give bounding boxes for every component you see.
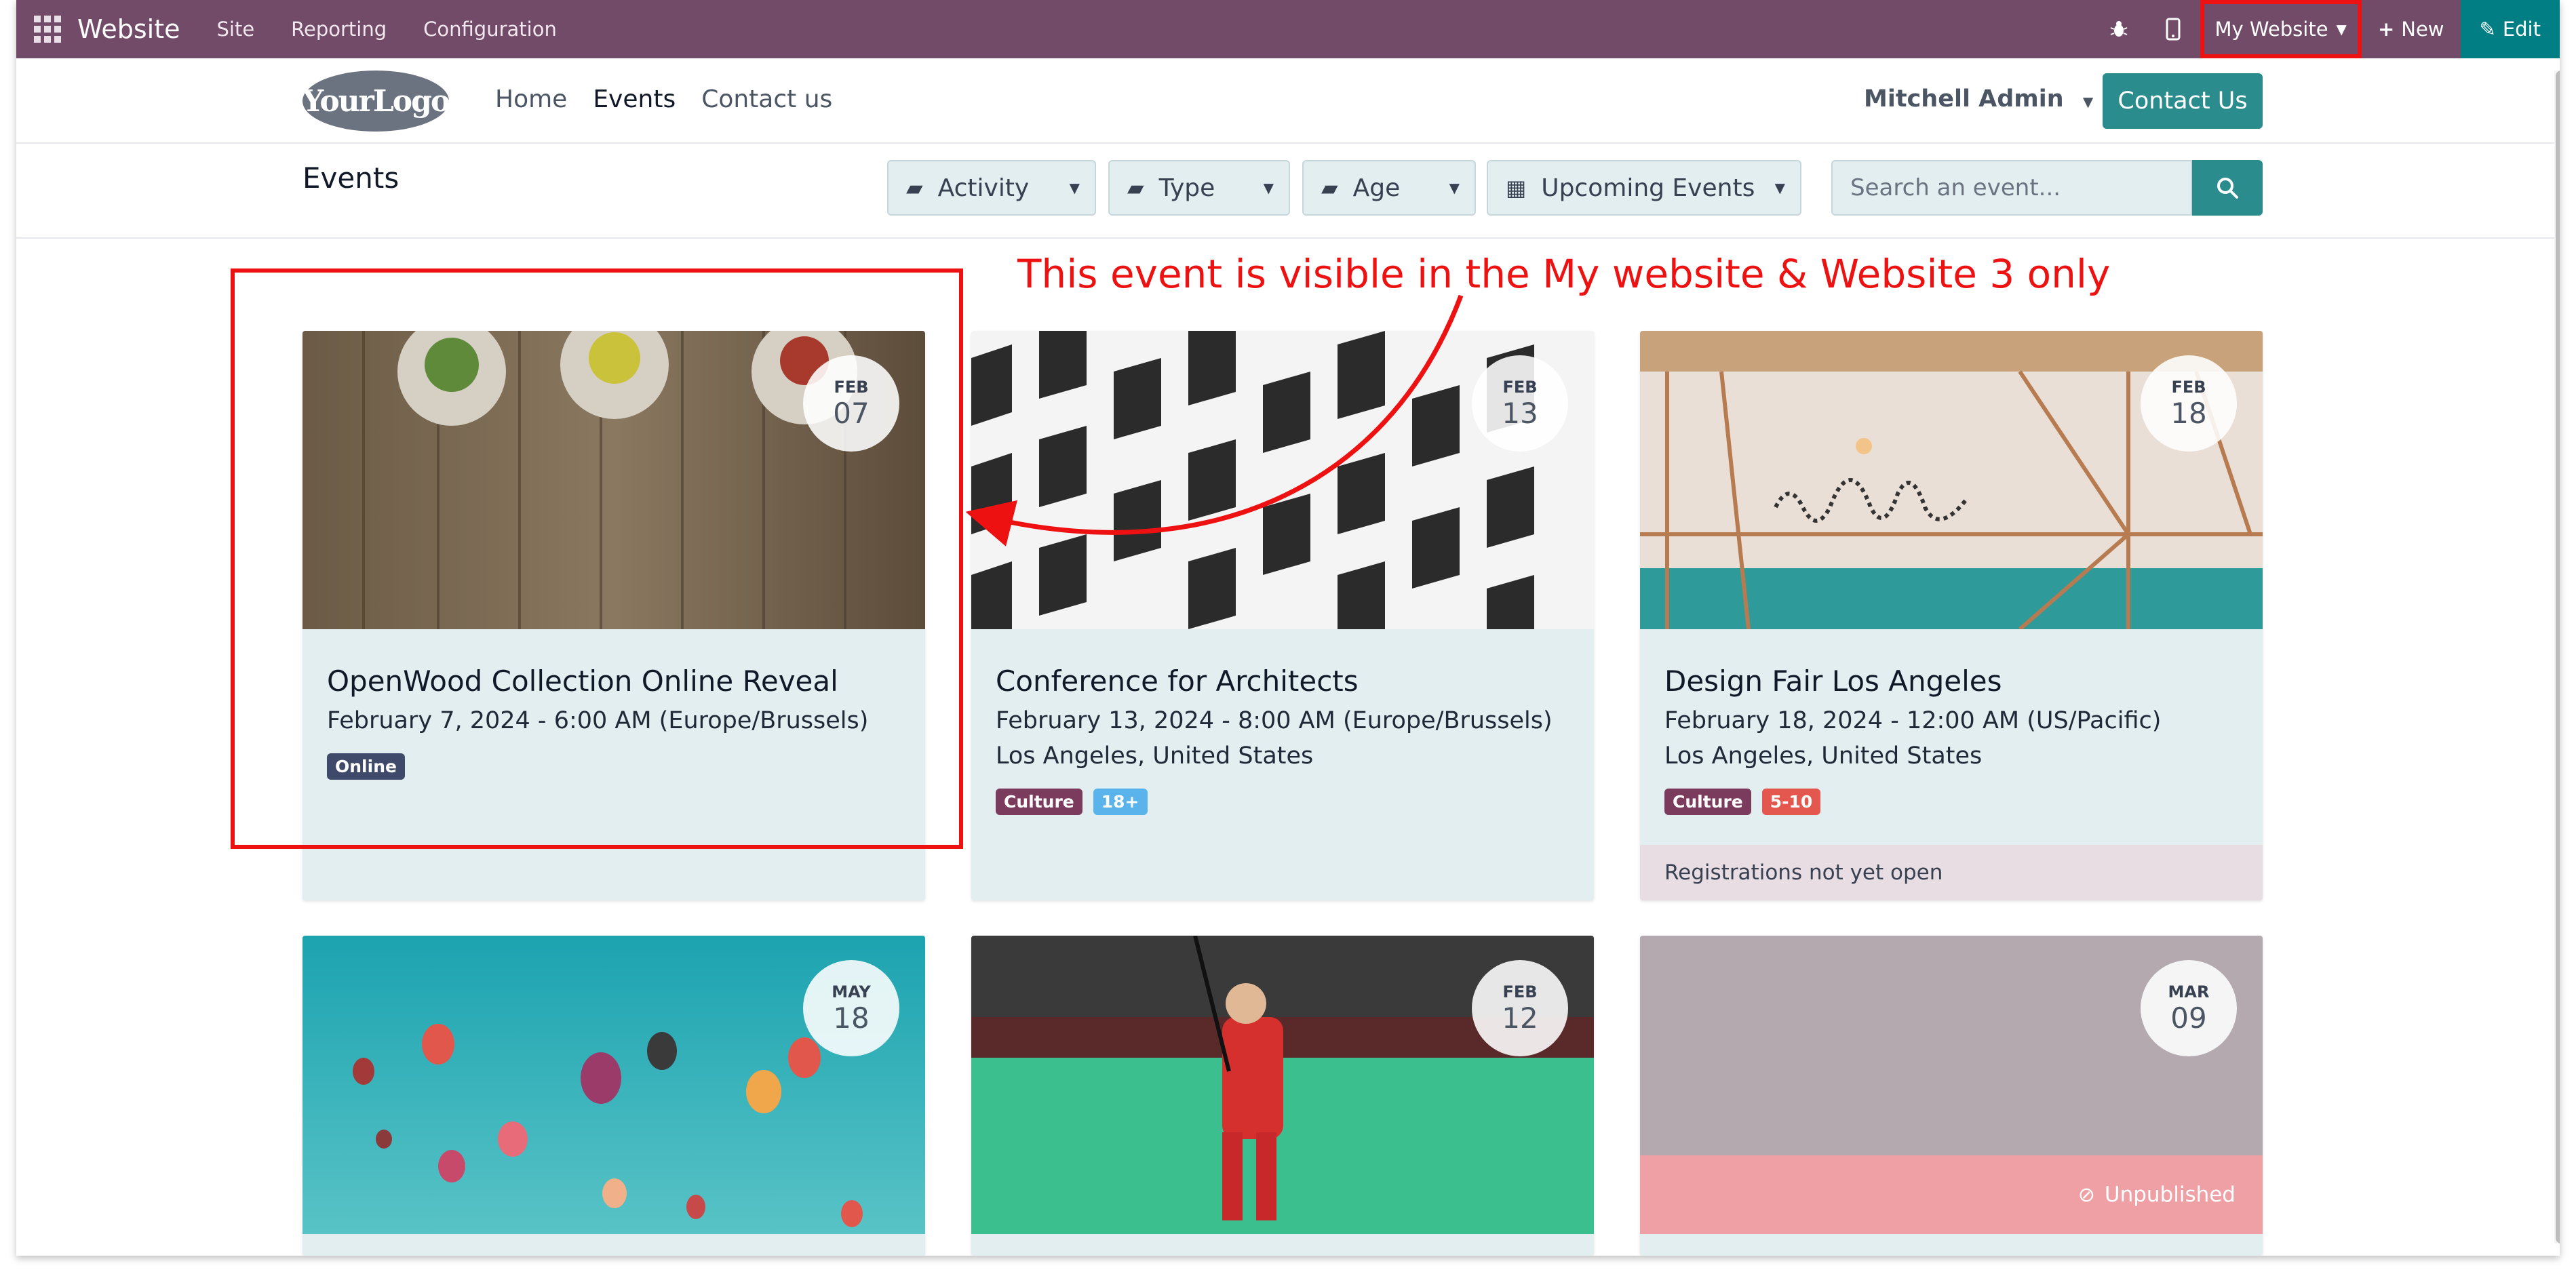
user-name: Mitchell Admin <box>1864 85 2064 113</box>
edit-button-label: Edit <box>2502 18 2541 41</box>
pencil-icon: ✎ <box>2479 18 2496 41</box>
date-badge-day: 18 <box>833 1001 870 1035</box>
unpublished-banner: ⊘ Unpublished <box>1640 1155 2263 1234</box>
event-card[interactable]: FEB 18 Design Fair Los Angeles February … <box>1640 331 2263 900</box>
filter-upcoming-events[interactable]: ▦ Upcoming Events ▼ <box>1487 160 1801 216</box>
filter-activity[interactable]: ▰ Activity ▼ <box>887 160 1096 216</box>
browser-page: Website Site Reporting Configuration My … <box>16 0 2560 1256</box>
date-badge: MAY 18 <box>803 960 899 1056</box>
apps-grid-icon[interactable] <box>34 16 61 43</box>
folder-open-icon: ▰ <box>1127 175 1144 201</box>
nav-events[interactable]: Events <box>593 85 676 113</box>
website-selector[interactable]: My Website ▼ <box>2200 0 2362 58</box>
event-card[interactable]: FEB 12 <box>971 936 1594 1256</box>
date-badge-day: 18 <box>2170 396 2207 430</box>
menu-reporting[interactable]: Reporting <box>291 18 387 41</box>
event-card-body: Conference for Architects February 13, 2… <box>996 664 1572 815</box>
date-badge-month: FEB <box>1502 982 1538 1001</box>
date-badge-day: 12 <box>1502 1001 1538 1035</box>
search-icon <box>2217 178 2238 199</box>
plus-icon: + <box>2377 18 2395 41</box>
vertical-scrollbar[interactable] <box>2554 71 2560 1243</box>
event-card[interactable]: ⊘ Unpublished MAR 09 <box>1640 936 2263 1256</box>
search-button[interactable] <box>2192 160 2263 216</box>
menu-site[interactable]: Site <box>216 18 254 41</box>
scrollbar-thumb[interactable] <box>2556 71 2560 1243</box>
registration-status: Registrations not yet open <box>1640 845 2263 900</box>
chevron-down-icon: ▼ <box>2336 21 2347 37</box>
date-badge-month: MAR <box>2168 982 2210 1001</box>
tag-badge: 5-10 <box>1761 789 1821 815</box>
admin-topbar: Website Site Reporting Configuration My … <box>16 0 2560 58</box>
date-badge: FEB 13 <box>1472 355 1568 452</box>
chevron-down-icon: ▼ <box>1069 180 1080 196</box>
event-location: Los Angeles, United States <box>996 742 1314 770</box>
event-tags: Culture 18+ <box>996 789 1572 815</box>
date-badge-day: 13 <box>1502 396 1538 430</box>
ban-icon: ⊘ <box>2077 1182 2095 1207</box>
mobile-preview-icon[interactable] <box>2146 0 2200 58</box>
date-badge-month: FEB <box>1502 377 1538 397</box>
new-button-label: New <box>2401 18 2444 41</box>
tag-badge: Culture <box>1664 789 1751 815</box>
event-date: February 13, 2024 - 8:00 AM (Europe/Brus… <box>996 707 1553 734</box>
event-title[interactable]: Design Fair Los Angeles <box>1664 664 2241 698</box>
event-search: Search an event... <box>1831 160 2263 216</box>
main-nav: Home Events Contact us <box>495 85 832 113</box>
date-badge-day: 09 <box>2170 1001 2207 1035</box>
event-card[interactable]: FEB 13 Conference for Architects Februar… <box>971 331 1594 900</box>
unpublished-label: Unpublished <box>2104 1182 2236 1207</box>
nav-contact-us[interactable]: Contact us <box>701 85 832 113</box>
filter-label: Upcoming Events <box>1541 174 1755 202</box>
event-location: Los Angeles, United States <box>1664 742 1983 770</box>
date-badge: MAR 09 <box>2141 960 2237 1056</box>
date-badge-month: FEB <box>2171 377 2206 397</box>
calendar-icon: ▦ <box>1506 175 1527 201</box>
date-badge-month: MAY <box>832 982 871 1001</box>
event-card-body: Design Fair Los Angeles February 18, 202… <box>1664 664 2241 815</box>
filter-label: Activity <box>937 174 1030 202</box>
date-badge: FEB 18 <box>2141 355 2237 452</box>
filter-type[interactable]: ▰ Type ▼ <box>1108 160 1290 216</box>
event-card[interactable]: MAY 18 <box>303 936 925 1256</box>
date-badge: FEB 12 <box>1472 960 1568 1056</box>
site-logo[interactable]: YourLogo <box>303 71 450 132</box>
folder-open-icon: ▰ <box>906 175 923 201</box>
search-input[interactable]: Search an event... <box>1831 160 2192 216</box>
event-title[interactable]: Conference for Architects <box>996 664 1572 698</box>
folder-open-icon: ▰ <box>1321 175 1338 201</box>
edit-button[interactable]: ✎ Edit <box>2460 0 2560 58</box>
new-button[interactable]: + New <box>2362 0 2461 58</box>
user-menu[interactable]: Mitchell Admin ▼ <box>1864 85 2093 113</box>
annotation-text: This event is visible in the My website … <box>1017 251 2111 297</box>
page-title: Events <box>303 161 399 195</box>
app-brand[interactable]: Website <box>77 14 180 44</box>
chevron-down-icon: ▼ <box>2082 94 2094 110</box>
annotation-highlight-box <box>231 268 963 849</box>
filter-age[interactable]: ▰ Age ▼ <box>1302 160 1476 216</box>
contact-us-button[interactable]: Contact Us <box>2103 73 2263 129</box>
chevron-down-icon: ▼ <box>1263 180 1274 196</box>
site-header: YourLogo Home Events Contact us Mitchell… <box>16 58 2560 144</box>
event-tags: Culture 5-10 <box>1664 789 2241 815</box>
debug-bug-icon[interactable] <box>2092 0 2146 58</box>
nav-home[interactable]: Home <box>495 85 567 113</box>
chevron-down-icon: ▼ <box>1449 180 1460 196</box>
menu-configuration[interactable]: Configuration <box>423 18 557 41</box>
website-selector-label: My Website <box>2214 18 2328 41</box>
event-date: February 18, 2024 - 12:00 AM (US/Pacific… <box>1664 707 2162 734</box>
tag-badge: 18+ <box>1093 789 1148 815</box>
events-toolbar: Events ▰ Activity ▼ ▰ Type ▼ ▰ Age ▼ ▦ U… <box>16 144 2560 239</box>
chevron-down-icon: ▼ <box>1774 180 1785 196</box>
filter-label: Type <box>1158 174 1215 202</box>
tag-badge: Culture <box>996 789 1082 815</box>
filter-label: Age <box>1352 174 1401 202</box>
